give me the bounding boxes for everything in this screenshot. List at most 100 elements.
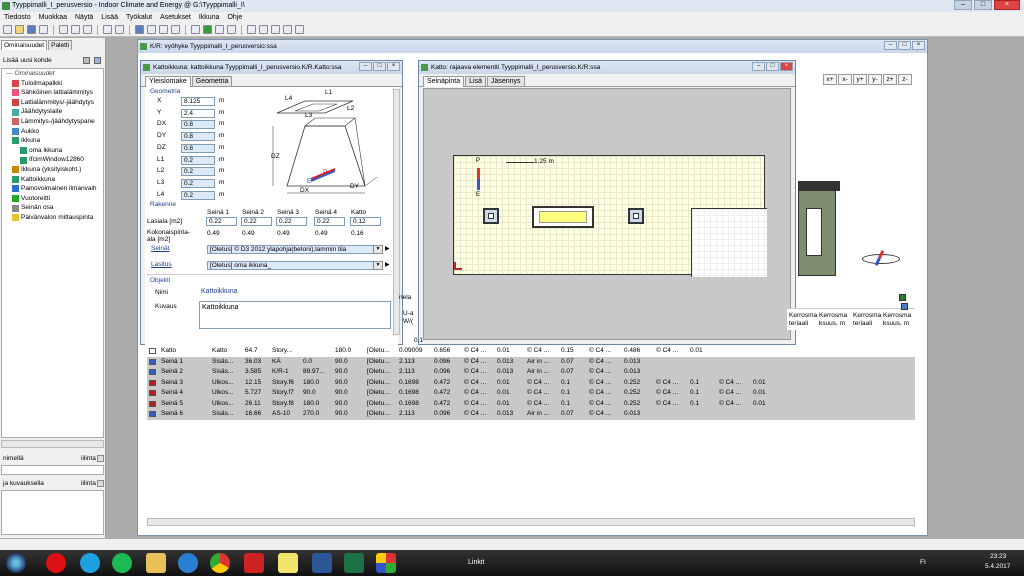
minimize-button[interactable]: – bbox=[359, 62, 372, 71]
table-row[interactable]: Seinä 3 Ulkos... 12.15 Story.f6 180.0 90.0 [Ol… bbox=[147, 377, 915, 388]
open-folder-icon[interactable] bbox=[15, 25, 24, 34]
close-button[interactable]: × bbox=[387, 62, 400, 71]
geometry-field-input[interactable]: 0.8 bbox=[181, 120, 215, 130]
table-row[interactable]: Seinä 4 Ulkos... 5.727 Story.f7 90.0 90.0 [Ole… bbox=[147, 388, 915, 399]
tree-item[interactable]: Lämmitys-/jäähdytyspane bbox=[2, 117, 103, 127]
layout-icon[interactable] bbox=[283, 25, 292, 34]
close-button[interactable]: × bbox=[994, 0, 1020, 10]
tab-extra[interactable]: Lisä bbox=[465, 76, 486, 86]
skype-icon[interactable] bbox=[80, 553, 100, 573]
geometry-field-input[interactable]: 0.8 bbox=[181, 143, 215, 153]
glazing-select[interactable]: [Oletus] oma ikkuna_ bbox=[207, 261, 383, 270]
walls-arrow-icon[interactable]: ▶ bbox=[385, 245, 390, 252]
excel-icon[interactable] bbox=[344, 553, 364, 573]
geometry-field-input[interactable]: 0.2 bbox=[181, 190, 215, 200]
expand-icon[interactable] bbox=[901, 303, 908, 310]
ida-ice-icon[interactable] bbox=[376, 553, 396, 573]
tree-item[interactable]: Tuloilmapalkki bbox=[2, 79, 103, 89]
minimize-button[interactable]: – bbox=[954, 0, 972, 10]
menu-item[interactable]: Tiedosto bbox=[4, 12, 31, 23]
menu-item[interactable]: Työkalut bbox=[126, 12, 152, 23]
minimize-button[interactable]: – bbox=[752, 62, 765, 71]
axis-button[interactable]: y- bbox=[868, 74, 882, 85]
save-icon[interactable] bbox=[27, 25, 36, 34]
menu-item[interactable]: Näytä bbox=[75, 12, 93, 23]
undo-icon[interactable] bbox=[103, 25, 112, 34]
tree-item[interactable]: Lattialämmitys/-jäähdytys bbox=[2, 98, 103, 108]
redo-icon[interactable] bbox=[115, 25, 124, 34]
skylight-element[interactable] bbox=[628, 208, 644, 224]
geometry-field-input[interactable]: 0.2 bbox=[181, 167, 215, 177]
glazing-link[interactable]: Lasitus bbox=[151, 261, 172, 268]
skylight-selected-element[interactable] bbox=[532, 206, 594, 228]
window-icon[interactable] bbox=[247, 25, 256, 34]
tab-structure[interactable]: Jäsennys bbox=[486, 76, 525, 86]
walls-dropdown-icon[interactable]: ▼ bbox=[373, 245, 383, 254]
tree-item[interactable]: Seinän osa bbox=[2, 203, 103, 213]
filter-icon[interactable] bbox=[94, 57, 101, 64]
paste-icon[interactable] bbox=[83, 25, 92, 34]
table-row[interactable]: Seinä 1 Sisäs... 36.03 KÄ 0.0 90.0 [Oletu... 2.… bbox=[147, 356, 915, 367]
tree-item[interactable]: Ikkuna bbox=[2, 136, 103, 146]
glass-area-input[interactable]: 0.22 bbox=[276, 217, 307, 226]
print-icon[interactable] bbox=[39, 25, 48, 34]
cut-icon[interactable] bbox=[59, 25, 68, 34]
walls-select[interactable]: [Oletus] © D3 2012 ylapohja(betoni),lamm… bbox=[207, 245, 383, 254]
copy-icon[interactable] bbox=[71, 25, 80, 34]
table-row[interactable]: Seinä 2 Sisäs... 3.585 K/R-1 89.97... 90.0 [Ol… bbox=[147, 367, 915, 378]
tab-palette[interactable]: Paletti bbox=[48, 40, 73, 50]
restore-button[interactable]: □ bbox=[373, 62, 386, 71]
start-button-icon[interactable] bbox=[6, 553, 26, 573]
links-toolbar-label[interactable]: Linkit bbox=[468, 559, 484, 566]
axis-button[interactable]: z- bbox=[898, 74, 912, 85]
sticky-notes-icon[interactable] bbox=[278, 553, 298, 573]
tree-item[interactable]: Kattoikkuna bbox=[2, 175, 103, 185]
restore-button[interactable]: □ bbox=[766, 62, 779, 71]
table-icon[interactable] bbox=[227, 25, 236, 34]
run-icon[interactable] bbox=[203, 25, 212, 34]
close-button[interactable]: × bbox=[912, 41, 925, 50]
spotify-icon[interactable] bbox=[112, 553, 132, 573]
tree-item[interactable]: Päivänvalon mittauspinta bbox=[2, 213, 103, 223]
axis-button[interactable]: x+ bbox=[823, 74, 837, 85]
save-all-icon[interactable] bbox=[135, 25, 144, 34]
file-explorer-icon[interactable] bbox=[146, 553, 166, 573]
geometry-field-input[interactable]: 0.8 bbox=[181, 132, 215, 142]
tree-item[interactable]: oma ikkuna bbox=[2, 146, 103, 156]
glass-area-input[interactable]: 0.12 bbox=[350, 217, 381, 226]
menu-item[interactable]: Lisää bbox=[101, 12, 118, 23]
dropdown-icon[interactable] bbox=[97, 480, 104, 487]
axis-button[interactable]: x- bbox=[838, 74, 852, 85]
cascade-icon[interactable] bbox=[271, 25, 280, 34]
app-icon[interactable] bbox=[244, 553, 264, 573]
table-horizontal-scrollbar[interactable] bbox=[147, 518, 915, 526]
floppy-icon[interactable] bbox=[159, 25, 168, 34]
tree-horizontal-scrollbar[interactable] bbox=[1, 440, 104, 448]
axis-button[interactable]: y+ bbox=[853, 74, 867, 85]
menu-item[interactable]: Ohje bbox=[227, 12, 242, 23]
tab-geometry[interactable]: Geometria bbox=[191, 76, 233, 86]
tab-general-form[interactable]: Yleislomake bbox=[145, 76, 191, 87]
menu-item[interactable]: Ikkuna bbox=[199, 12, 220, 23]
building-icon[interactable] bbox=[295, 25, 304, 34]
grid-icon[interactable] bbox=[171, 25, 180, 34]
tree-item[interactable]: Ikkuna (yksityiskoht.) bbox=[2, 165, 103, 175]
dropdown-icon[interactable] bbox=[147, 25, 156, 34]
roof-surface[interactable]: 1.25 m P E bbox=[453, 155, 767, 277]
table-row[interactable]: Seinä 5 Ulkos... 26.11 Story.f8 180.0 90.0 [Ol… bbox=[147, 398, 915, 409]
tree-item[interactable]: IfcimWindow12860 bbox=[2, 155, 103, 165]
geometry-field-input[interactable]: 8.125 bbox=[181, 97, 215, 106]
filter-desc-input[interactable] bbox=[1, 490, 104, 535]
glass-area-input[interactable]: 0.22 bbox=[314, 217, 345, 226]
tab-wall-surface[interactable]: Seinäpinta bbox=[423, 76, 465, 87]
report-icon[interactable] bbox=[215, 25, 224, 34]
internet-explorer-icon[interactable] bbox=[178, 553, 198, 573]
walls-link[interactable]: Seinät bbox=[151, 245, 169, 252]
opera-icon[interactable] bbox=[46, 553, 66, 573]
table-row[interactable]: Katto Katto 64.7 Story... 180.0 [Oletu... 0.09… bbox=[147, 346, 915, 357]
excel-icon[interactable] bbox=[899, 294, 906, 301]
menu-item[interactable]: Muokkaa bbox=[39, 12, 67, 23]
glazing-arrow-icon[interactable]: ▶ bbox=[385, 261, 390, 268]
tree-item[interactable]: Sähköinen lattialämmitys bbox=[2, 88, 103, 98]
glass-area-input[interactable]: 0.22 bbox=[206, 217, 237, 226]
